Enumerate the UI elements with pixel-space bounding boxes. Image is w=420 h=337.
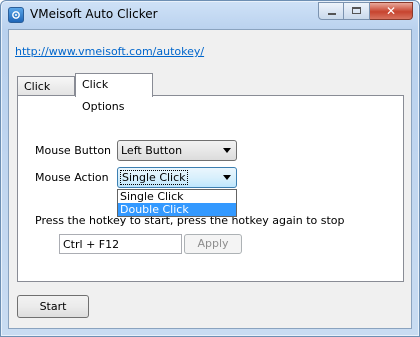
mouse-action-select[interactable]: Single Click (117, 167, 237, 188)
mouse-button-value: Left Button (121, 144, 183, 157)
mouse-button-select[interactable]: Left Button (117, 140, 237, 161)
title-bar[interactable]: VMeisoft Auto Clicker ✕ (1, 1, 419, 29)
close-icon: ✕ (385, 4, 397, 18)
mouse-button-label: Mouse Button (35, 144, 112, 157)
chevron-down-icon (223, 175, 231, 180)
option-double-click[interactable]: Double Click (118, 203, 236, 216)
hotkey-field[interactable]: Ctrl + F12 (59, 234, 182, 254)
tab-click-point[interactable]: Click Point (17, 76, 75, 112)
apply-button[interactable]: Apply (184, 234, 242, 254)
app-window: VMeisoft Auto Clicker ✕ http://www.vmeis… (0, 0, 420, 337)
chevron-down-icon (223, 148, 231, 153)
mouse-action-dropdown: Single Click Double Click (117, 189, 237, 217)
window-title: VMeisoft Auto Clicker (30, 7, 158, 21)
app-icon (8, 7, 24, 23)
option-single-click[interactable]: Single Click (118, 190, 236, 203)
client-area: http://www.vmeisoft.com/autokey/ Click P… (8, 29, 412, 329)
start-button[interactable]: Start (17, 295, 89, 318)
maximize-icon (352, 7, 361, 14)
click-options-panel: Mouse Button Left Button Mouse Action Si… (17, 95, 404, 282)
maximize-button[interactable] (344, 2, 370, 20)
hotkey-value: Ctrl + F12 (63, 238, 120, 251)
caption-buttons: ✕ (318, 2, 413, 21)
minimize-icon (328, 13, 336, 15)
minimize-button[interactable] (318, 2, 344, 20)
mouse-action-value: Single Click (120, 170, 188, 185)
tab-click-options[interactable]: Click Options (75, 73, 153, 113)
close-button[interactable]: ✕ (370, 2, 413, 20)
website-link[interactable]: http://www.vmeisoft.com/autokey/ (15, 45, 204, 58)
mouse-action-label: Mouse Action (35, 171, 109, 184)
